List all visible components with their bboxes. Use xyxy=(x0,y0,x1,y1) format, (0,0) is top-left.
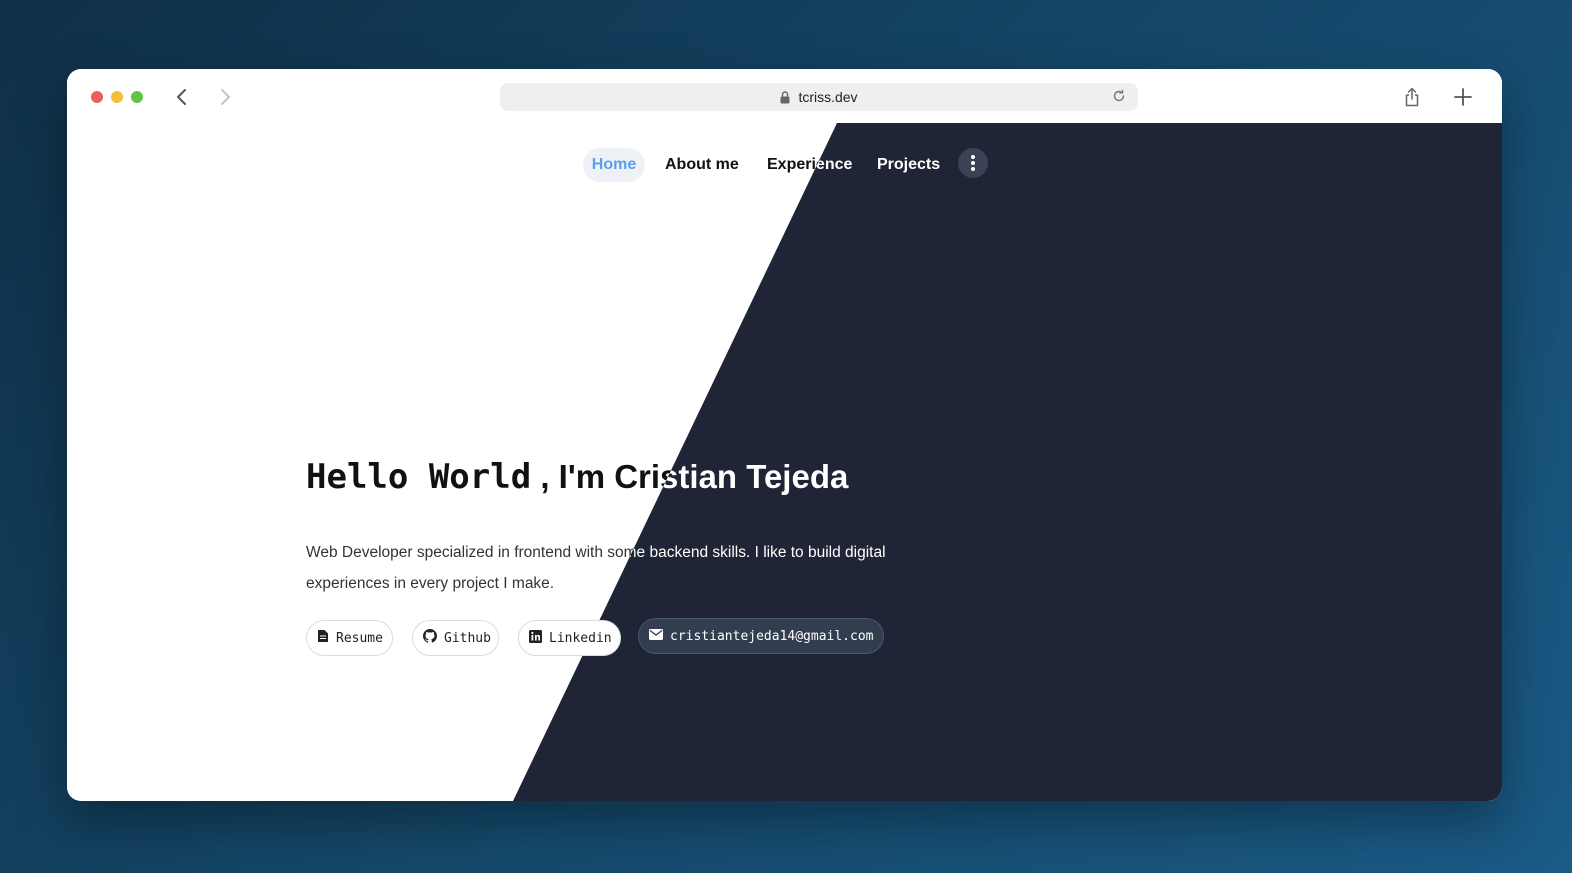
reload-icon[interactable] xyxy=(1112,89,1126,103)
nav-item-home[interactable]: Home xyxy=(583,148,645,182)
nav-item-projects[interactable]: Projects xyxy=(877,148,940,182)
plus-icon[interactable] xyxy=(1452,86,1474,108)
resume-button[interactable]: Resume xyxy=(306,620,393,656)
chevron-right-icon[interactable] xyxy=(214,86,236,108)
github-label: Github xyxy=(444,630,491,646)
page-content: Home About me Experience Projects Hello … xyxy=(67,123,1502,801)
maximize-window-button[interactable] xyxy=(131,91,143,103)
linkedin-icon xyxy=(529,629,542,647)
share-icon[interactable] xyxy=(1401,86,1423,108)
browser-window: tcriss.dev Home About me Experience Proj… xyxy=(67,69,1502,801)
nav-item-experience[interactable]: Experience xyxy=(767,148,852,182)
browser-toolbar: tcriss.dev xyxy=(67,69,1502,123)
resume-label: Resume xyxy=(336,630,383,646)
lock-icon xyxy=(780,90,790,104)
more-vertical-icon[interactable] xyxy=(958,148,988,178)
linkedin-label: Linkedin xyxy=(549,630,612,646)
email-button[interactable]: cristiantejeda14@gmail.com xyxy=(638,618,884,654)
hero-title: Hello World , I'm Cristian Tejeda xyxy=(306,457,848,497)
close-window-button[interactable] xyxy=(91,91,103,103)
github-icon xyxy=(423,629,438,647)
minimize-window-button[interactable] xyxy=(111,91,123,103)
chevron-left-icon[interactable] xyxy=(171,86,193,108)
document-icon xyxy=(317,629,329,647)
url-text: tcriss.dev xyxy=(798,89,858,105)
nav-item-about-me[interactable]: About me xyxy=(665,148,739,182)
github-button[interactable]: Github xyxy=(412,620,499,656)
linkedin-button[interactable]: Linkedin xyxy=(518,620,621,656)
hero-intro: , I'm Cristian Tejeda xyxy=(540,458,849,495)
hero-greeting: Hello World xyxy=(306,457,532,497)
mail-icon xyxy=(649,628,663,644)
address-bar[interactable]: tcriss.dev xyxy=(500,83,1138,111)
email-label: cristiantejeda14@gmail.com xyxy=(670,628,874,644)
hero-description: Web Developer specialized in frontend wi… xyxy=(306,544,886,592)
